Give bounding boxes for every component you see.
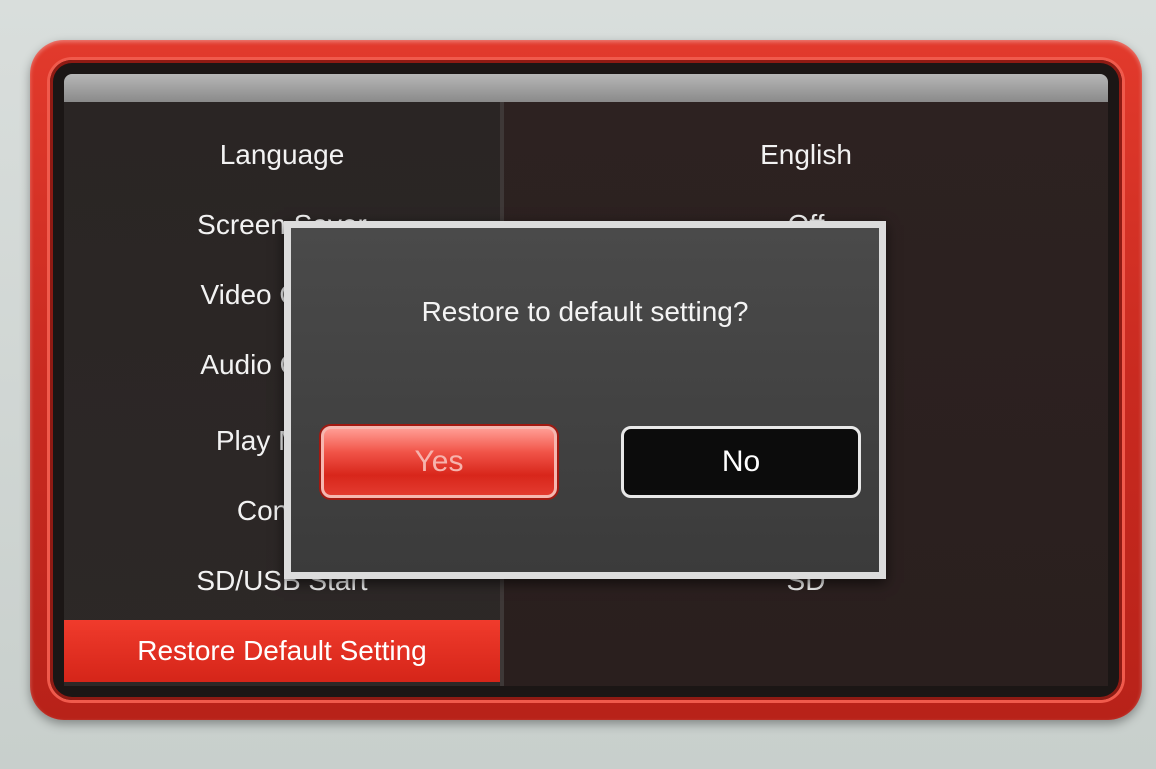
dialog-message: Restore to default setting? <box>421 296 749 327</box>
menu-top-strip <box>64 74 1108 102</box>
menu-item-restore-default[interactable]: Restore Default Setting <box>64 620 500 682</box>
menu-item-language[interactable]: Language <box>64 130 500 180</box>
value-language: English <box>760 139 852 170</box>
yes-button[interactable]: Yes <box>321 426 557 498</box>
no-button[interactable]: No <box>621 426 861 498</box>
restore-confirm-dialog: Restore to default setting? Yes No <box>284 221 886 579</box>
